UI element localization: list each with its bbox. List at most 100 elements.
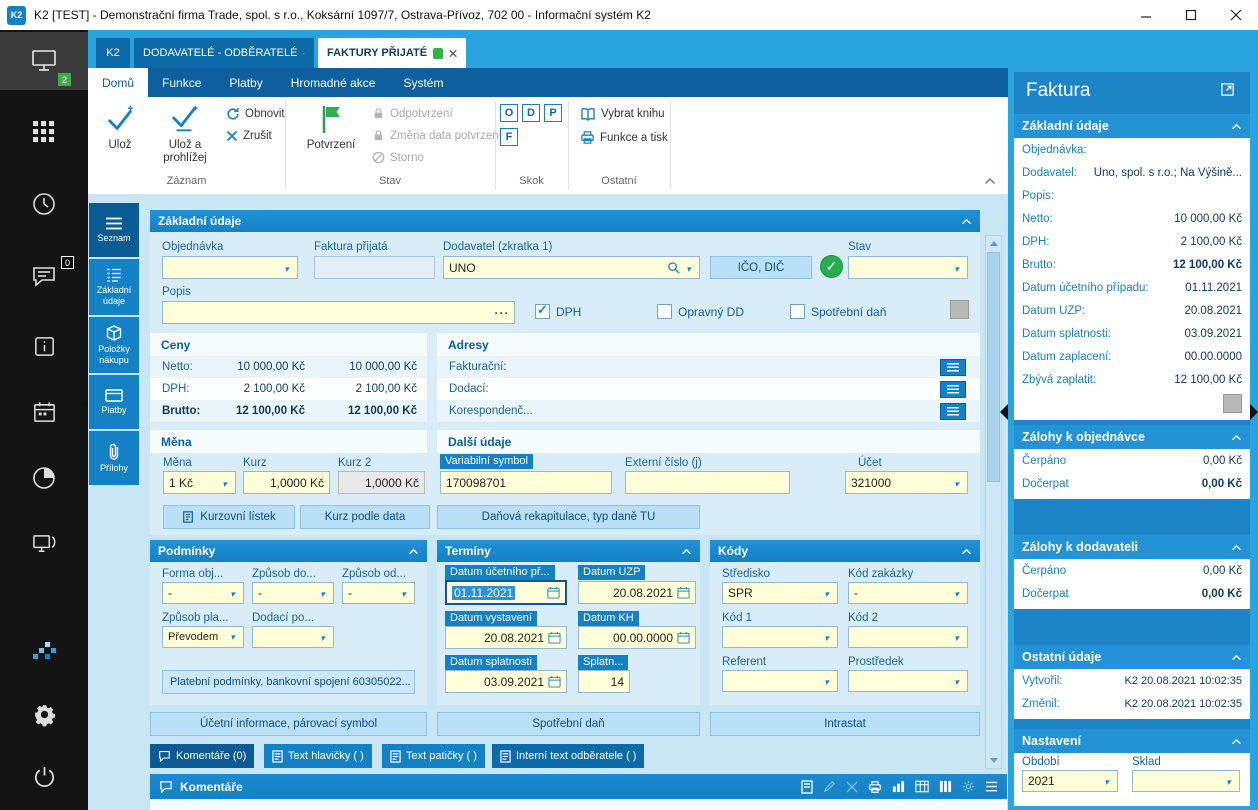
chevron-up-icon[interactable] — [681, 548, 692, 555]
scrollbar-thumb[interactable] — [987, 252, 1000, 482]
transport-method-field[interactable]: - — [252, 582, 334, 604]
chevron-up-icon[interactable] — [1231, 434, 1242, 441]
due-date-field[interactable]: 03.09.2021 — [445, 670, 567, 693]
invoice-number-field[interactable] — [314, 256, 435, 279]
panel-section-advances-supplier[interactable]: Zálohy k dodavateli — [1014, 535, 1250, 559]
ribbon-menu-functions[interactable]: Funkce — [148, 68, 215, 97]
state-field[interactable] — [848, 256, 968, 279]
dropdown-icon[interactable] — [1101, 774, 1112, 788]
change-confirm-date-button[interactable]: Změna data potvrzení — [372, 129, 502, 142]
calendar-icon[interactable] — [548, 631, 561, 644]
issue-date-field[interactable]: 20.08.2021 — [445, 626, 567, 649]
uzp-date-field[interactable]: 20.08.2021 — [578, 581, 696, 604]
section-basic-data-header[interactable]: Základní údaje — [150, 210, 980, 232]
chevron-up-icon[interactable] — [961, 218, 972, 225]
account-field[interactable]: 321000 — [845, 471, 968, 494]
scroll-down-icon[interactable] — [986, 753, 1001, 768]
jump-order-button[interactable]: O — [500, 104, 518, 122]
dropdown-icon[interactable] — [683, 261, 694, 275]
dropdown-icon[interactable] — [227, 631, 238, 643]
order-form-field[interactable]: - — [162, 582, 244, 604]
dropdown-icon[interactable] — [951, 630, 962, 644]
nav-item-purchase-items[interactable]: Položky nákupu — [89, 317, 139, 373]
dropdown-icon[interactable] — [317, 630, 328, 644]
address-menu-button[interactable] — [940, 359, 966, 376]
contract-code-field[interactable]: - — [848, 582, 968, 604]
rate-list-button[interactable]: Kurzovní lístek — [163, 505, 295, 529]
delivery-terms-field[interactable] — [252, 626, 334, 648]
chevron-up-icon[interactable] — [1231, 123, 1242, 130]
code2-field[interactable] — [848, 626, 968, 648]
panel-section-other[interactable]: Ostatní údaje — [1014, 645, 1250, 669]
sidebar-modules-button[interactable] — [0, 110, 88, 154]
ribbon-menu-system[interactable]: Systém — [389, 68, 457, 97]
cost-centre-field[interactable]: SPR — [722, 582, 838, 604]
currency-field[interactable]: 1 Kč — [163, 471, 236, 494]
cancel-button[interactable]: Zrušit — [226, 130, 272, 142]
save-and-view-button[interactable]: Ulož a prohlížej — [148, 102, 222, 165]
storno-button[interactable]: Storno — [372, 151, 424, 164]
dropdown-icon[interactable] — [317, 586, 328, 600]
save-button[interactable]: Ulož — [94, 102, 146, 152]
form-scrollbar[interactable] — [985, 235, 1002, 769]
kh-date-field[interactable]: 00.00.0000 — [578, 626, 696, 649]
new-document-icon[interactable] — [801, 780, 813, 794]
rate2-field[interactable]: 1,0000 Kč — [338, 471, 425, 494]
close-button[interactable] — [1213, 0, 1258, 30]
scroll-up-icon[interactable] — [986, 236, 1001, 251]
chevron-up-icon[interactable] — [1231, 654, 1242, 661]
rate-by-date-button[interactable]: Kurz podle data — [300, 505, 430, 529]
popout-icon[interactable] — [1220, 82, 1235, 97]
referent-field[interactable] — [722, 670, 838, 692]
dropdown-icon[interactable] — [951, 476, 962, 490]
sidebar-reports-button[interactable] — [0, 456, 88, 500]
calendar-icon[interactable] — [548, 675, 561, 688]
chevron-up-icon[interactable] — [408, 548, 419, 555]
panel-section-advances-order[interactable]: Zálohy k objednávce — [1014, 425, 1250, 449]
payment-method-field[interactable]: Převodem — [162, 626, 244, 648]
delete-icon[interactable] — [846, 781, 858, 793]
minimize-button[interactable] — [1123, 0, 1168, 30]
refresh-button[interactable]: Obnovit — [226, 107, 285, 121]
chevron-up-icon[interactable] — [1231, 738, 1242, 745]
maximize-button[interactable] — [1168, 0, 1213, 30]
dropdown-icon[interactable] — [1223, 774, 1234, 788]
chevron-up-icon[interactable] — [1231, 544, 1242, 551]
jump-p-button[interactable]: P — [544, 104, 562, 122]
nav-item-list[interactable]: Seznam — [89, 203, 139, 257]
excise-tax-button[interactable]: Spotřební daň — [437, 712, 700, 736]
panel-section-settings[interactable]: Nastavení — [1014, 729, 1250, 753]
tab-comments[interactable]: Komentáře (0) — [150, 744, 254, 768]
ribbon-menu-bulk-actions[interactable]: Hromadné akce — [277, 68, 390, 97]
unconfirm-button[interactable]: Odpotvrzení — [372, 107, 453, 120]
edit-icon[interactable] — [823, 780, 836, 793]
sidebar-info-button[interactable] — [0, 324, 88, 368]
calendar-icon[interactable] — [547, 586, 560, 599]
ribbon-collapse-icon[interactable] — [984, 177, 996, 185]
corrective-dd-checkbox[interactable] — [657, 304, 672, 319]
dropdown-icon[interactable] — [281, 261, 292, 275]
intrastat-button[interactable]: Intrastat — [710, 712, 980, 736]
dropdown-icon[interactable] — [951, 674, 962, 688]
vat-checkbox[interactable] — [535, 304, 550, 319]
ico-dic-button[interactable]: IČO, DIČ — [710, 256, 812, 279]
functions-print-button[interactable]: Funkce a tisk — [580, 130, 668, 145]
tab-footer-text[interactable]: Text patičky ( ) — [382, 744, 485, 768]
nav-item-attachments[interactable]: Přílohy — [89, 431, 139, 485]
accounting-info-button[interactable]: Účetní informace, párovací symbol — [150, 712, 427, 736]
due-days-field[interactable]: 14 — [578, 670, 630, 693]
sidebar-calendar-button[interactable] — [0, 390, 88, 434]
sidebar-logout-button[interactable] — [0, 754, 88, 798]
tab-internal-text[interactable]: Interní text odběratele ( ) — [492, 744, 644, 768]
warehouse-field[interactable] — [1132, 770, 1240, 792]
dropdown-icon[interactable] — [821, 586, 832, 600]
sidebar-settings-button[interactable] — [0, 692, 88, 736]
supplier-field[interactable]: UNO — [443, 256, 700, 279]
dropdown-icon[interactable] — [821, 630, 832, 644]
payment-terms-button[interactable]: Platební podmínky, bankovní spojení 6030… — [162, 670, 415, 694]
comments-section-header[interactable]: Komentáře — [150, 774, 1007, 799]
dropdown-icon[interactable] — [227, 586, 238, 600]
close-icon[interactable] — [303, 49, 305, 58]
confirm-button[interactable]: Potvrzení — [300, 102, 362, 152]
terms-header[interactable]: Termíny — [437, 540, 700, 562]
